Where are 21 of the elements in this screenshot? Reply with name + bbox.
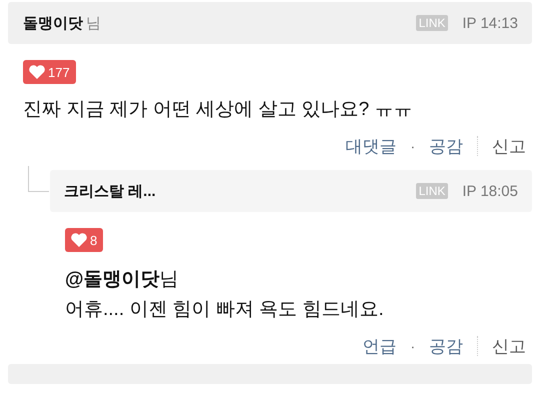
- like-count: 177: [48, 64, 70, 80]
- like-count: 8: [90, 232, 98, 248]
- heart-icon: [71, 233, 87, 247]
- action-link[interactable]: 공감: [429, 334, 463, 358]
- action-link[interactable]: 공감: [429, 134, 463, 158]
- separator-dot: ·: [410, 338, 415, 354]
- ip-time: IP 18:05: [462, 182, 518, 200]
- report-link[interactable]: 신고: [492, 334, 526, 358]
- author-name[interactable]: 돌맹이닷: [23, 14, 83, 32]
- author-name[interactable]: 크리스탈 레...: [64, 182, 156, 200]
- report-link[interactable]: 신고: [492, 134, 526, 158]
- mention-text: @돌맹이닷님: [65, 268, 180, 292]
- action-link[interactable]: 언급: [362, 334, 397, 358]
- separator-dot: ·: [410, 138, 415, 154]
- author-suffix: 님: [86, 14, 101, 32]
- comment-text: 진짜 지금 제가 어떤 세상에 살고 있나요? ㅠㅠ: [23, 98, 414, 122]
- action-link[interactable]: 대댓글: [346, 134, 397, 158]
- comment-text: 어휴.... 이젠 힘이 빠져 욕도 힘드네요.: [65, 298, 385, 322]
- ip-time: IP 14:13: [462, 14, 518, 32]
- reply-connector-line: [28, 166, 49, 192]
- heart-icon: [29, 65, 45, 79]
